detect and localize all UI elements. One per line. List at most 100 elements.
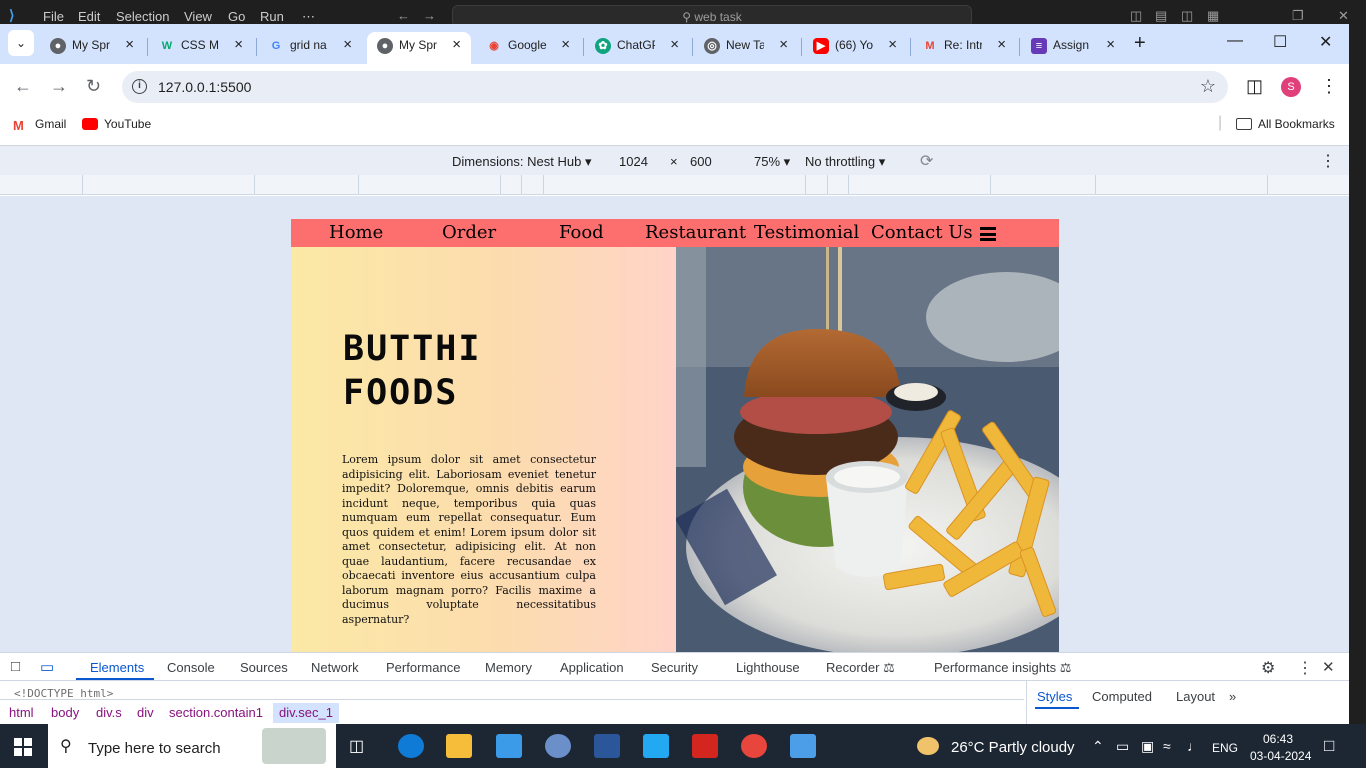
close-icon[interactable]: ×	[670, 36, 679, 53]
all-bookmarks-button[interactable]: All Bookmarks	[1236, 117, 1335, 131]
zoom-dropdown[interactable]: 75% ▾	[754, 154, 790, 170]
paint-icon[interactable]	[545, 734, 571, 758]
close-icon[interactable]: ×	[234, 36, 243, 53]
nav-link-restaurant[interactable]: Restaurant	[645, 222, 746, 243]
breadcrumb-section[interactable]: section.contain1	[169, 705, 263, 720]
tab-grid-na[interactable]: G grid na ×	[258, 32, 362, 64]
menu-go[interactable]: Go	[228, 9, 245, 24]
site-info-icon[interactable]: i	[132, 79, 147, 94]
back-arrow-icon[interactable]: ←	[397, 8, 410, 23]
rotate-icon[interactable]: ⟳	[920, 151, 933, 171]
photos-icon[interactable]	[790, 734, 816, 758]
nav-link-contact[interactable]: Contact Us	[871, 222, 973, 243]
notifications-icon[interactable]: □	[1324, 736, 1334, 756]
tab-youtube[interactable]: ▶ (66) Yo ×	[803, 32, 907, 64]
close-devtools-icon[interactable]: ✕	[1322, 658, 1335, 676]
tab-layout[interactable]: Layout	[1176, 689, 1215, 704]
close-window-icon[interactable]: ✕	[1319, 32, 1332, 52]
breadcrumb-html[interactable]: html	[9, 705, 34, 720]
menu-view[interactable]: View	[184, 9, 212, 24]
tab-network[interactable]: Network	[311, 660, 359, 675]
tab-google[interactable]: ◉ Google ×	[476, 32, 580, 64]
hamburger-menu-icon[interactable]	[980, 227, 996, 241]
menu-edit[interactable]: Edit	[78, 9, 100, 24]
tab-console[interactable]: Console	[167, 660, 215, 675]
profile-avatar[interactable]: S	[1281, 77, 1301, 97]
wifi-icon[interactable]: ≈	[1163, 738, 1171, 754]
weather-text[interactable]: 26°C Partly cloudy	[951, 739, 1075, 756]
menu-run[interactable]: Run	[260, 9, 284, 24]
nav-link-order[interactable]: Order	[442, 222, 496, 243]
tray-chevron-icon[interactable]: ⌃	[1092, 738, 1104, 755]
taskbar-search-box[interactable]: ⚲ Type here to search	[48, 724, 336, 768]
tab-computed[interactable]: Computed	[1092, 689, 1152, 704]
new-tab-plus-icon[interactable]: +	[1134, 32, 1146, 55]
tab-my-sprint-active[interactable]: ● My Spr ×	[367, 32, 471, 64]
breadcrumb-body[interactable]: body	[51, 705, 79, 720]
device-dimensions-dropdown[interactable]: Dimensions: Nest Hub ▾	[452, 154, 591, 170]
tab-assignment[interactable]: ≡ Assign ×	[1021, 32, 1125, 64]
bookmark-star-icon[interactable]: ☆	[1200, 76, 1216, 97]
layout-secondary-icon[interactable]: ◫	[1181, 8, 1193, 24]
tab-my-sprint-1[interactable]: ● My Spr ×	[40, 32, 144, 64]
tab-chatgpt[interactable]: ✿ ChatGP ×	[585, 32, 689, 64]
close-icon[interactable]: ×	[997, 36, 1006, 53]
throttling-dropdown[interactable]: No throttling ▾	[805, 154, 885, 170]
close-icon[interactable]: ×	[125, 36, 134, 53]
edge-icon[interactable]	[398, 734, 424, 758]
close-icon[interactable]: ×	[561, 36, 570, 53]
url-text[interactable]: 127.0.0.1:5500	[158, 79, 251, 95]
menu-more[interactable]: ⋯	[302, 9, 315, 25]
close-icon[interactable]: ×	[888, 36, 897, 53]
restore-icon[interactable]: ❐	[1292, 8, 1304, 24]
bookmark-gmail[interactable]: M Gmail	[13, 117, 66, 133]
inspect-element-icon[interactable]: □	[11, 658, 20, 675]
bookmark-youtube[interactable]: YouTube	[82, 117, 151, 131]
nav-link-home[interactable]: Home	[329, 222, 383, 243]
tab-security[interactable]: Security	[651, 660, 698, 675]
chrome-menu-icon[interactable]: ⋮	[1320, 76, 1338, 97]
tab-sources[interactable]: Sources	[240, 660, 288, 675]
tab-application[interactable]: Application	[560, 660, 624, 675]
close-icon[interactable]: ×	[1106, 36, 1115, 53]
tab-css-ma[interactable]: W CSS Ma ×	[149, 32, 253, 64]
device-toolbar-menu-icon[interactable]: ⋮	[1320, 151, 1336, 171]
chrome-taskbar-icon[interactable]	[741, 734, 767, 758]
close-icon[interactable]: ×	[779, 36, 788, 53]
settings-gear-icon[interactable]: ⚙	[1261, 658, 1275, 678]
height-input[interactable]: 600	[690, 154, 712, 169]
camera-icon[interactable]: ▣	[1141, 738, 1154, 755]
maximize-icon[interactable]: ☐	[1273, 32, 1287, 52]
tab-styles[interactable]: Styles	[1037, 689, 1072, 704]
device-toggle-icon[interactable]: ▭	[40, 658, 54, 676]
customize-layout-icon[interactable]: ▦	[1207, 8, 1219, 24]
tab-memory[interactable]: Memory	[485, 660, 532, 675]
language-indicator[interactable]: ENG	[1212, 741, 1238, 755]
tab-recorder[interactable]: Recorder ⚖	[826, 660, 895, 676]
breadcrumb-div-sec1[interactable]: div.sec_1	[273, 703, 339, 723]
menu-file[interactable]: File	[43, 9, 64, 24]
layout-sidebar-icon[interactable]: ◫	[1130, 8, 1142, 24]
acrobat-icon[interactable]	[692, 734, 718, 758]
nav-link-testimonial[interactable]: Testimonial	[754, 222, 859, 243]
word-icon[interactable]	[594, 734, 620, 758]
breadcrumb-div-s[interactable]: div.s	[96, 705, 122, 720]
tab-gmail[interactable]: M Re: Intr ×	[912, 32, 1016, 64]
tab-performance[interactable]: Performance	[386, 660, 460, 675]
reload-icon[interactable]: ↻	[86, 76, 101, 97]
volume-icon[interactable]: ♩	[1187, 738, 1201, 754]
close-icon[interactable]: ×	[343, 36, 352, 53]
address-bar[interactable]: i 127.0.0.1:5500 ☆	[122, 71, 1228, 103]
breadcrumb-div[interactable]: div	[137, 705, 154, 720]
clock-date[interactable]: 03-04-2024	[1250, 749, 1311, 763]
devtools-menu-icon[interactable]: ⋮	[1297, 658, 1313, 678]
tab-new-tab[interactable]: ◎ New Ta ×	[694, 32, 798, 64]
width-input[interactable]: 1024	[619, 154, 648, 169]
layout-panel-icon[interactable]: ▤	[1155, 8, 1167, 24]
weather-icon[interactable]	[917, 737, 939, 755]
tab-elements[interactable]: Elements	[90, 660, 144, 675]
vscode-taskbar-icon[interactable]	[643, 734, 669, 758]
tab-search-button[interactable]: ⌄	[8, 30, 34, 56]
tab-lighthouse[interactable]: Lighthouse	[736, 660, 800, 675]
side-panel-icon[interactable]: ◫	[1246, 76, 1263, 97]
